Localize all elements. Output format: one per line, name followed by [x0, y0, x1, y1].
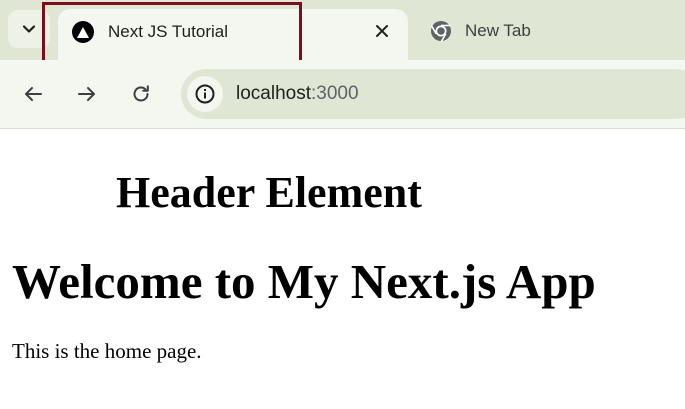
address-bar[interactable]: localhost:3000 [181, 69, 685, 119]
back-button[interactable] [15, 76, 51, 112]
header-element: Header Element [116, 168, 422, 217]
site-info-button[interactable] [187, 76, 223, 112]
reload-icon [133, 85, 149, 102]
page-content: Header Element Welcome to My Next.js App… [0, 129, 685, 409]
chrome-icon [430, 21, 451, 42]
url-host: localhost [236, 83, 311, 104]
browser-toolbar: localhost:3000 [0, 60, 685, 129]
reload-button[interactable] [123, 76, 159, 112]
arrow-left-icon [25, 87, 42, 101]
nextjs-icon [72, 21, 94, 43]
info-icon [195, 84, 215, 104]
tab-title: New Tab [465, 21, 531, 40]
tab-strip: Next JS Tutorial New Tab [0, 0, 685, 66]
close-icon[interactable] [371, 20, 393, 42]
tab-search-button[interactable] [8, 10, 50, 48]
url-text[interactable]: localhost:3000 [236, 83, 359, 105]
page-title: Welcome to My Next.js App [12, 254, 596, 309]
tab-next-js-tutorial[interactable]: Next JS Tutorial [58, 9, 408, 60]
url-port: :3000 [311, 83, 359, 104]
forward-button[interactable] [69, 76, 105, 112]
tab-new-tab[interactable]: New Tab [420, 14, 620, 48]
tab-title: Next JS Tutorial [108, 22, 228, 41]
arrow-right-icon [78, 87, 95, 101]
home-paragraph: This is the home page. [12, 339, 202, 363]
chevron-down-icon [22, 25, 36, 33]
